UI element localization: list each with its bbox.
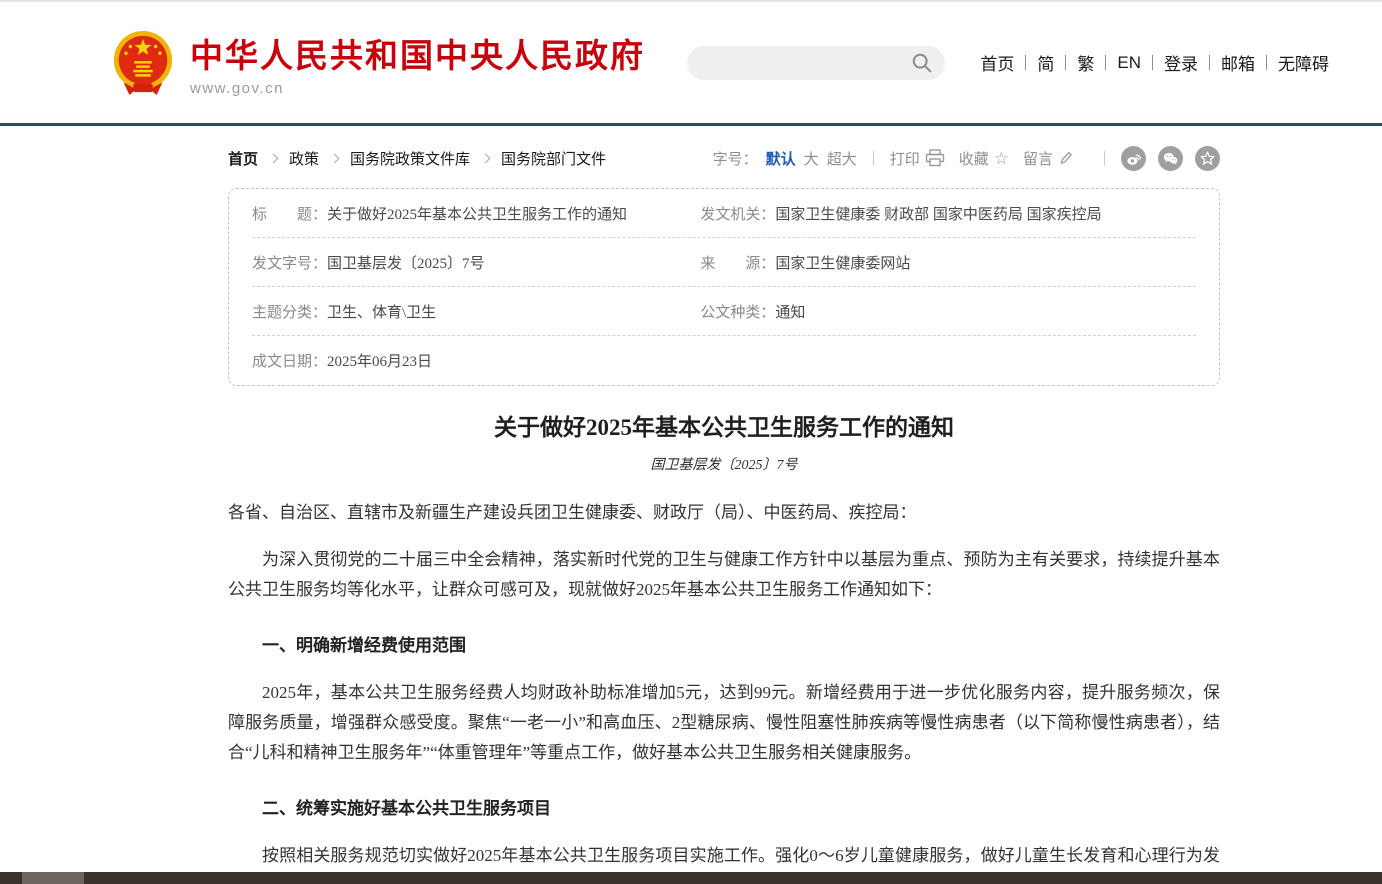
search-icon[interactable]	[911, 52, 933, 74]
meta-title: 标 题： 关于做好2025年基本公共卫生服务工作的通知	[252, 203, 700, 224]
meta-row: 标 题： 关于做好2025年基本公共卫生服务工作的通知 发文机关： 国家卫生健康…	[252, 189, 1196, 238]
main-nav: 首页 简 繁 EN 登录 邮箱 无障碍	[969, 50, 1340, 75]
printer-icon	[925, 149, 945, 167]
document-meta-box: 标 题： 关于做好2025年基本公共卫生服务工作的通知 发文机关： 国家卫生健康…	[228, 188, 1220, 386]
toolbar-separator	[1104, 151, 1105, 166]
font-size-large-button[interactable]: 大	[804, 148, 819, 169]
favorite-label: 收藏	[959, 148, 989, 169]
content-column: 首页 政策 国务院政策文件库 国务院部门文件 字号： 默认 大 超大 打印	[228, 145, 1220, 884]
article-toolbar: 字号： 默认 大 超大 打印 收藏 ☆	[713, 146, 1220, 171]
breadcrumb-policy-library[interactable]: 国务院政策文件库	[350, 148, 470, 169]
breadcrumb-home[interactable]: 首页	[228, 148, 258, 169]
meta-doc-type: 公文种类： 通知	[700, 301, 805, 322]
meta-issue-date: 成文日期： 2025年06月23日	[252, 350, 700, 371]
wechat-share-icon[interactable]	[1158, 146, 1183, 171]
site-logo[interactable]: 中华人民共和国中央人民政府 www.gov.cn	[110, 29, 645, 97]
font-size-default-button[interactable]: 默认	[766, 148, 796, 169]
article-body: 关于做好2025年基本公共卫生服务工作的通知 国卫基层发〔2025〕7号 各省、…	[228, 408, 1220, 884]
chevron-right-icon	[330, 153, 340, 163]
horizontal-scrollbar[interactable]	[0, 872, 1382, 884]
nav-mail[interactable]: 邮箱	[1210, 50, 1266, 75]
article-title: 关于做好2025年基本公共卫生服务工作的通知	[228, 408, 1220, 442]
nav-home[interactable]: 首页	[969, 50, 1025, 75]
section-2-heading: 二、统筹实施好基本公共卫生服务项目	[228, 794, 1220, 824]
breadcrumb-policy[interactable]: 政策	[289, 148, 319, 169]
site-header: 中华人民共和国中央人民政府 www.gov.cn 首页 简 繁 EN 登录 邮箱	[0, 2, 1382, 123]
breadcrumb: 首页 政策 国务院政策文件库 国务院部门文件	[228, 148, 606, 169]
site-url: www.gov.cn	[190, 80, 645, 97]
search-input[interactable]	[699, 55, 911, 71]
site-title: 中华人民共和国中央人民政府	[190, 29, 645, 77]
meta-row: 成文日期： 2025年06月23日	[252, 336, 1196, 385]
nav-login[interactable]: 登录	[1153, 50, 1209, 75]
print-button[interactable]: 打印	[890, 148, 945, 169]
qzone-share-icon[interactable]	[1195, 146, 1220, 171]
nav-simplified[interactable]: 简	[1026, 50, 1065, 75]
star-icon: ☆	[994, 150, 1009, 167]
comment-button[interactable]: 留言	[1023, 148, 1074, 169]
toolbar-separator	[873, 151, 874, 166]
logo-text: 中华人民共和国中央人民政府 www.gov.cn	[190, 29, 645, 97]
meta-source: 来 源： 国家卫生健康委网站	[700, 252, 910, 273]
article-intro-paragraph: 为深入贯彻党的二十届三中全会精神，落实新时代党的卫生与健康工作方针中以基层为重点…	[228, 545, 1220, 605]
breadcrumb-department-documents[interactable]: 国务院部门文件	[501, 148, 606, 169]
section-1-paragraph: 2025年，基本公共卫生服务经费人均财政补助标准增加5元，达到99元。新增经费用…	[228, 678, 1220, 768]
comment-label: 留言	[1023, 148, 1053, 169]
breadcrumb-toolbar-row: 首页 政策 国务院政策文件库 国务院部门文件 字号： 默认 大 超大 打印	[228, 145, 1220, 171]
header-divider	[0, 123, 1382, 126]
chevron-right-icon	[481, 153, 491, 163]
meta-row: 发文字号： 国卫基层发〔2025〕7号 来 源： 国家卫生健康委网站	[252, 238, 1196, 287]
font-size-xlarge-button[interactable]: 超大	[827, 148, 857, 169]
national-emblem-icon	[110, 29, 176, 97]
meta-row: 主题分类： 卫生、体育\卫生 公文种类： 通知	[252, 287, 1196, 336]
meta-topic-category: 主题分类： 卫生、体育\卫生	[252, 301, 700, 322]
pencil-icon	[1058, 150, 1074, 166]
font-size-label: 字号：	[713, 148, 758, 169]
meta-issuing-agency: 发文机关： 国家卫生健康委 财政部 国家中医药局 国家疾控局	[700, 203, 1101, 224]
chevron-right-icon	[269, 153, 279, 163]
weibo-share-icon[interactable]	[1121, 146, 1146, 171]
print-label: 打印	[890, 148, 920, 169]
meta-doc-number: 发文字号： 国卫基层发〔2025〕7号	[252, 252, 700, 273]
nav-accessibility[interactable]: 无障碍	[1267, 50, 1340, 75]
section-1-heading: 一、明确新增经费使用范围	[228, 631, 1220, 661]
scrollbar-thumb[interactable]	[22, 872, 84, 884]
article-doc-number: 国卫基层发〔2025〕7号	[228, 454, 1220, 474]
search-box[interactable]	[687, 46, 945, 80]
nav-traditional[interactable]: 繁	[1066, 50, 1105, 75]
favorite-button[interactable]: 收藏 ☆	[959, 148, 1009, 169]
nav-english[interactable]: EN	[1106, 53, 1152, 73]
article-salutation: 各省、自治区、直辖市及新疆生产建设兵团卫生健康委、财政厅（局）、中医药局、疾控局…	[228, 498, 1220, 528]
page: 中华人民共和国中央人民政府 www.gov.cn 首页 简 繁 EN 登录 邮箱	[0, 0, 1382, 884]
